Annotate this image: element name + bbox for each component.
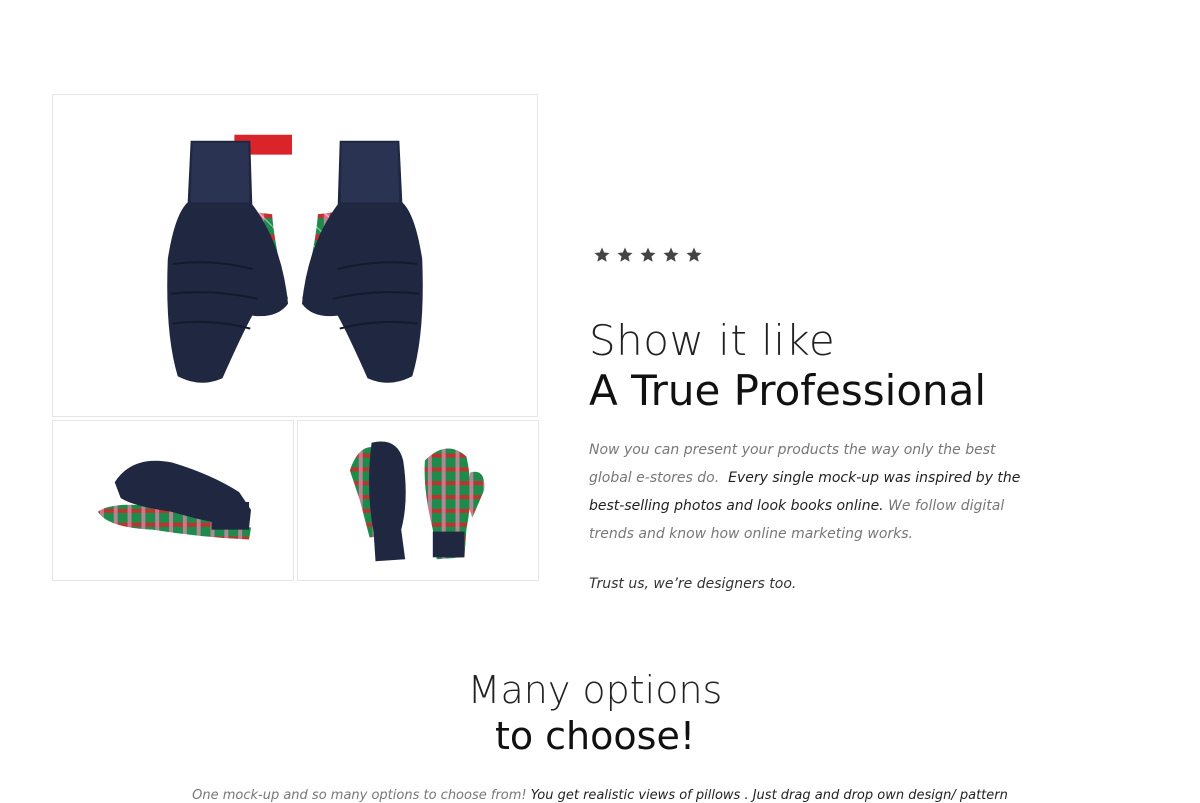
hero-paragraph: Now you can present your products the wa… xyxy=(589,436,1039,548)
hero-heading-light: Show it like xyxy=(589,316,836,365)
star-icon xyxy=(639,246,657,264)
rating-stars xyxy=(593,246,703,266)
star-icon xyxy=(662,246,680,264)
options-description: One mock-up and so many options to choos… xyxy=(0,788,1200,803)
right-mitten xyxy=(301,140,423,383)
star-icon xyxy=(616,246,634,264)
left-mitten xyxy=(167,134,293,383)
main-product-image[interactable] xyxy=(52,94,538,417)
star-icon xyxy=(593,246,611,264)
options-description-intro: One mock-up and so many options to choos… xyxy=(192,788,527,803)
hero-tagline: Trust us, we’re designers too. xyxy=(589,576,797,592)
options-description-emphasis: You get realistic views of pillows . Jus… xyxy=(530,788,1008,803)
mittens-palm-view xyxy=(349,441,485,562)
star-icon xyxy=(685,246,703,264)
hero-heading-bold: A True Professional xyxy=(589,366,987,415)
options-heading-light: Many options xyxy=(467,668,723,712)
options-heading-bold: to choose! xyxy=(494,714,696,758)
mittens-front-view xyxy=(167,134,423,383)
thumbnail-palm-view[interactable] xyxy=(297,420,539,581)
mitten-side-view xyxy=(97,460,252,540)
thumbnail-side-view[interactable] xyxy=(52,420,294,581)
